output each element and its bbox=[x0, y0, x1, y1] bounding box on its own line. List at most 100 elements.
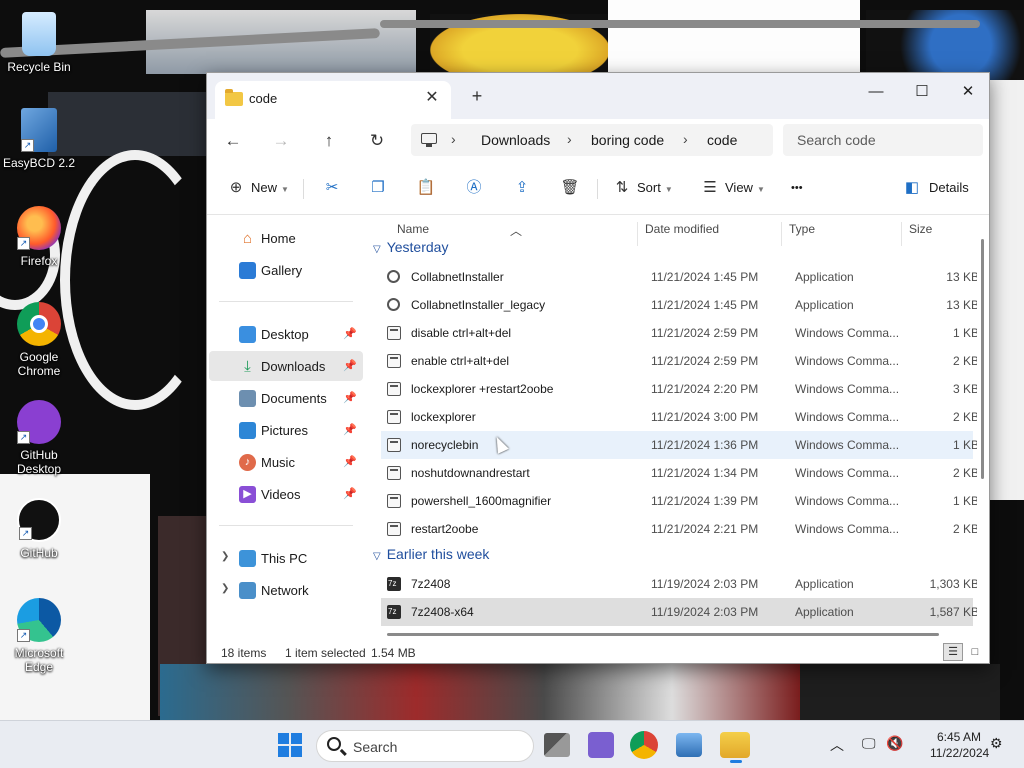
file-name: noshutdownandrestart bbox=[411, 466, 530, 480]
breadcrumb[interactable]: › Downloads › boring code › code bbox=[411, 124, 773, 156]
desktop-icon-recycle-bin[interactable]: Recycle Bin bbox=[1, 12, 77, 74]
app-purple-icon[interactable] bbox=[588, 732, 614, 758]
table-row[interactable]: lockexplorer 11/21/2024 3:00 PM Windows … bbox=[381, 403, 977, 431]
column-header-date[interactable]: Date modified bbox=[645, 222, 719, 236]
volume-muted-icon[interactable]: 🔇 bbox=[886, 735, 903, 752]
table-row[interactable]: 7z2408-x64 11/19/2024 2:03 PM Applicatio… bbox=[381, 598, 977, 626]
share-icon[interactable]: ⇪ bbox=[511, 177, 533, 199]
tiles-view-icon[interactable]: □ bbox=[965, 643, 985, 661]
details-view-icon[interactable]: ☰ bbox=[943, 643, 963, 661]
sidebar-item-videos[interactable]: ▶ Videos 📌 bbox=[209, 479, 363, 509]
breadcrumb-downloads[interactable]: Downloads bbox=[481, 132, 550, 148]
sidebar-item-network[interactable]: ❯ Network bbox=[209, 575, 363, 605]
sidebar-item-gallery[interactable]: Gallery bbox=[209, 255, 363, 285]
horizontal-scrollbar[interactable] bbox=[381, 629, 977, 639]
maximize-button[interactable]: ☐ bbox=[899, 77, 945, 107]
rename-icon[interactable]: Ⓐ bbox=[463, 177, 485, 199]
sidebar-item-this-pc[interactable]: ❯ This PC bbox=[209, 543, 363, 573]
up-arrow-icon[interactable]: ↑ bbox=[315, 127, 343, 155]
computer-taskbar-icon[interactable] bbox=[676, 733, 702, 757]
chevron-right-icon[interactable]: ❯ bbox=[221, 583, 229, 594]
chevron-down-icon: ▼ bbox=[281, 185, 289, 194]
sort-button[interactable]: Sort ▼ bbox=[637, 173, 673, 203]
back-arrow-icon[interactable]: ← bbox=[219, 127, 247, 155]
column-header-type[interactable]: Type bbox=[789, 222, 815, 236]
group-header-yesterday[interactable]: ▽ Yesterday bbox=[373, 239, 448, 265]
table-row[interactable]: enable ctrl+alt+del 11/21/2024 2:59 PM W… bbox=[381, 347, 977, 375]
file-type: Application bbox=[795, 270, 854, 284]
table-row[interactable]: lockexplorer +restart2oobe 11/21/2024 2:… bbox=[381, 375, 977, 403]
pin-icon[interactable]: 📌 bbox=[343, 423, 357, 436]
breadcrumb-boring-code[interactable]: boring code bbox=[591, 132, 664, 148]
taskbar: Search ︿ 🖵 🔇 6:45 AM 11/22/2024 ⚙ bbox=[0, 720, 1024, 768]
vertical-scrollbar[interactable] bbox=[977, 215, 989, 639]
title-bar: code ✕ + — ☐ ✕ bbox=[207, 73, 989, 119]
minimize-button[interactable]: — bbox=[853, 77, 899, 107]
application-icon bbox=[387, 270, 400, 283]
more-options-button[interactable]: ••• bbox=[791, 173, 803, 203]
chrome-taskbar-icon[interactable] bbox=[630, 731, 658, 759]
network-status-icon[interactable]: 🖵 bbox=[862, 735, 876, 752]
sidebar-item-pictures[interactable]: Pictures 📌 bbox=[209, 415, 363, 445]
table-row[interactable]: CollabnetInstaller_legacy 11/21/2024 1:4… bbox=[381, 291, 977, 319]
chevron-right-icon[interactable]: ❯ bbox=[221, 551, 229, 562]
table-row[interactable]: restart2oobe 11/21/2024 2:21 PM Windows … bbox=[381, 515, 977, 543]
pin-icon[interactable]: 📌 bbox=[343, 455, 357, 468]
table-row[interactable]: 7z2408 11/19/2024 2:03 PM Application 1,… bbox=[381, 570, 977, 598]
desktop-icon-chrome[interactable]: Google Chrome bbox=[1, 302, 77, 378]
pin-icon[interactable]: 📌 bbox=[343, 391, 357, 404]
copy-icon[interactable]: ❐ bbox=[367, 177, 389, 199]
column-divider[interactable] bbox=[781, 222, 782, 246]
cut-icon[interactable]: ✂ bbox=[321, 177, 343, 199]
breadcrumb-code[interactable]: code bbox=[707, 132, 737, 148]
refresh-icon[interactable]: ↻ bbox=[363, 127, 391, 155]
taskbar-search-box[interactable]: Search bbox=[316, 730, 534, 762]
table-row[interactable]: CollabnetInstaller 11/21/2024 1:45 PM Ap… bbox=[381, 263, 977, 291]
search-input[interactable] bbox=[783, 124, 983, 156]
windows-start-icon[interactable] bbox=[278, 733, 302, 757]
details-button[interactable]: Details bbox=[929, 173, 969, 203]
desktop-icon-github-desktop[interactable]: ↗ GitHub Desktop bbox=[1, 400, 77, 476]
pin-icon[interactable]: 📌 bbox=[343, 487, 357, 500]
home-icon: ⌂ bbox=[242, 230, 253, 247]
table-row[interactable]: disable ctrl+alt+del 11/21/2024 2:59 PM … bbox=[381, 319, 977, 347]
new-tab-button[interactable]: + bbox=[465, 85, 489, 109]
desktop-icon-edge[interactable]: ↗ Microsoft Edge bbox=[1, 598, 77, 674]
system-clock[interactable]: 6:45 AM 11/22/2024 bbox=[930, 729, 989, 761]
desktop-icon-firefox[interactable]: ↗ Firefox bbox=[1, 206, 77, 268]
vertical-scroll-thumb[interactable] bbox=[981, 239, 984, 479]
notification-icon[interactable]: ⚙ bbox=[990, 735, 1003, 752]
pin-icon[interactable]: 📌 bbox=[343, 359, 357, 372]
paste-icon[interactable]: 📋 bbox=[415, 177, 437, 199]
chevron-up-icon[interactable]: ︿ bbox=[830, 735, 844, 755]
wallpaper-code-panel bbox=[800, 664, 1000, 720]
tab-code[interactable]: code ✕ bbox=[215, 81, 451, 119]
column-divider[interactable] bbox=[901, 222, 902, 246]
table-row[interactable]: norecyclebin 11/21/2024 1:36 PM Windows … bbox=[381, 431, 977, 459]
sidebar-item-desktop[interactable]: Desktop 📌 bbox=[209, 319, 363, 349]
column-header-name[interactable]: Name bbox=[397, 222, 429, 236]
group-header-earlier-this-week[interactable]: ▽ Earlier this week bbox=[373, 546, 489, 572]
new-button[interactable]: New ▼ bbox=[251, 173, 289, 203]
shortcut-arrow-icon: ↗ bbox=[21, 139, 34, 152]
desktop-icon-easybcd[interactable]: ↗ EasyBCD 2.2 bbox=[1, 108, 77, 170]
table-row[interactable]: powershell_1600magnifier 11/21/2024 1:39… bbox=[381, 487, 977, 515]
file-explorer-taskbar-icon[interactable] bbox=[720, 732, 750, 763]
sidebar-item-downloads[interactable]: ⤓ Downloads 📌 bbox=[209, 351, 363, 381]
column-header-size[interactable]: Size bbox=[909, 222, 932, 236]
video-icon: ▶ bbox=[239, 486, 256, 503]
forward-arrow-icon[interactable]: → bbox=[267, 127, 295, 155]
sidebar-item-documents[interactable]: Documents 📌 bbox=[209, 383, 363, 413]
tab-close-icon[interactable]: ✕ bbox=[421, 87, 443, 109]
column-divider[interactable] bbox=[637, 222, 638, 246]
sidebar-item-music[interactable]: ♪ Music 📌 bbox=[209, 447, 363, 477]
horizontal-scroll-thumb[interactable] bbox=[387, 633, 939, 636]
sidebar-item-home[interactable]: ⌂ Home bbox=[209, 223, 363, 253]
close-button[interactable]: ✕ bbox=[945, 77, 989, 107]
delete-icon[interactable]: 🗑 bbox=[559, 177, 581, 199]
view-button[interactable]: View ▼ bbox=[725, 173, 765, 203]
pin-icon[interactable]: 📌 bbox=[343, 327, 357, 340]
task-view-icon[interactable] bbox=[544, 733, 570, 757]
desktop-icon-github[interactable]: ↗ GitHub bbox=[1, 498, 77, 560]
table-row[interactable]: noshutdownandrestart 11/21/2024 1:34 PM … bbox=[381, 459, 977, 487]
